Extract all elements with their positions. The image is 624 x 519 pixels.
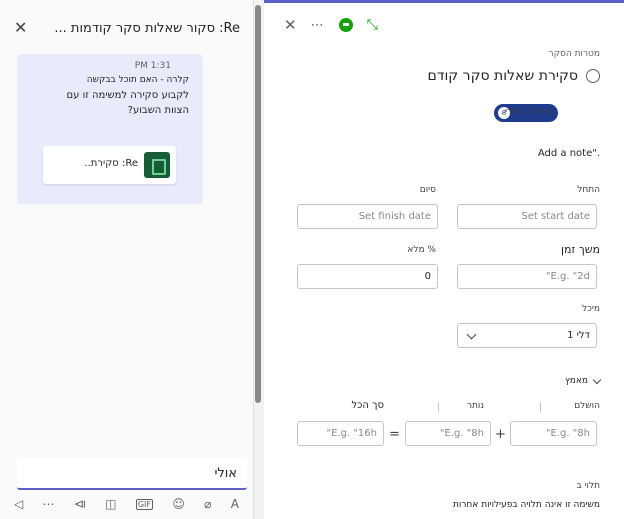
close-icon[interactable]: ✕ (284, 16, 297, 34)
message-body: לקבוע סקירה למשימה זו עם הצוות השבוע? (66, 90, 189, 116)
dependencies-text: משימה זו אינה תלויה בפעילויות אחרות (452, 500, 600, 510)
remaining-effort-field[interactable]: E.g. "8h" (405, 421, 491, 446)
message-sender: קלרה - האם תוכל בבקשה (86, 75, 189, 85)
chat-title: Re: סקור שאלות סקר קודמות ... (54, 21, 240, 36)
total-label: סך הכל (351, 400, 384, 411)
percent-complete-label: % מלא (407, 245, 436, 255)
duration-field[interactable]: E.g. "2d" (457, 264, 597, 289)
bucket-value: דלי 1 (567, 330, 590, 341)
planner-icon (144, 152, 170, 178)
start-date-field[interactable]: Set start date (457, 204, 597, 229)
send-icon[interactable]: ◁ (14, 497, 23, 511)
close-icon[interactable]: ✕ (14, 20, 27, 36)
percent-complete-field[interactable]: 0 (297, 264, 438, 289)
task-toolbar: ✕ ⋯ ⤡ (284, 15, 378, 35)
chat-icon[interactable] (338, 18, 353, 32)
chat-message: 1:31 PM קלרה - האם תוכל בבקשה לקבוע סקיר… (17, 54, 203, 204)
chat-scrollbar[interactable] (255, 5, 261, 403)
app-window: ✕ Re: סקור שאלות סקר קודמות ... 1:31 PM … (0, 0, 624, 519)
add-note-link[interactable]: Add a note". (538, 148, 600, 159)
task-details-pane: ✕ ⋯ ⤡ מטרות הסקר סקירת שאלות סקר קודם 8 … (264, 0, 624, 519)
gif-icon[interactable]: GIF (135, 498, 153, 510)
expand-icon[interactable]: ⤡ (367, 17, 378, 33)
plus-sign: + (495, 427, 506, 442)
equals-sign: = (389, 427, 400, 442)
remaining-label: נותר (466, 401, 484, 411)
compose-input[interactable]: אולי (214, 466, 237, 481)
bucket-select[interactable]: דלי 1 (457, 323, 597, 348)
total-effort-field[interactable]: E.g. "16h" (297, 421, 384, 446)
more-icon[interactable]: ⋯ (43, 497, 55, 511)
chevron-down-icon (466, 329, 477, 340)
chevron-down-icon (592, 375, 602, 384)
attachment-card[interactable]: Re: סקירת.. (43, 146, 176, 184)
bucket-label: מיכל (582, 304, 600, 314)
complete-task-radio[interactable] (586, 69, 600, 83)
assignee-name: קלרה ברוידי (505, 107, 552, 117)
dependencies-label: תלוי ב (576, 481, 600, 491)
message-time: 1:31 PM (134, 61, 171, 71)
task-name[interactable]: סקירת שאלות סקר קודם (428, 68, 578, 84)
chat-header: ✕ Re: סקור שאלות סקר קודמות ... (0, 0, 254, 56)
chat-pane: ✕ Re: סקור שאלות סקר קודמות ... 1:31 PM … (0, 0, 254, 519)
duration-label: משך זמן (561, 243, 600, 256)
finish-label: סיום (419, 185, 436, 195)
completed-label: הושלם (574, 401, 600, 411)
attach-icon[interactable]: ⌀ (204, 497, 211, 511)
attachment-label: Re: סקירת.. (84, 158, 138, 169)
completed-effort-field[interactable]: E.g. "8h" (510, 421, 597, 446)
column-divider (438, 402, 439, 412)
sticker-icon[interactable]: ◫ (105, 497, 116, 511)
format-icon[interactable]: A (231, 497, 239, 511)
start-label: התחל (577, 185, 600, 195)
compose-box[interactable]: אולי (17, 458, 247, 490)
effort-section-toggle[interactable]: מאמץ (564, 375, 602, 386)
effort-label: מאמץ (564, 376, 588, 386)
task-section-label: מטרות הסקר (548, 49, 600, 59)
finish-date-field[interactable]: Set finish date (297, 204, 438, 229)
emoji-icon[interactable]: ☺ (172, 497, 185, 511)
compose-toolbar: ◁ ⋯ ⧏ ◫ GIF ☺ ⌀ A (14, 496, 239, 512)
task-title-row: סקירת שאלות סקר קודם (428, 68, 600, 84)
meet-icon[interactable]: ⧏ (74, 497, 86, 511)
column-divider (540, 402, 541, 412)
more-options-icon[interactable]: ⋯ (311, 18, 325, 33)
